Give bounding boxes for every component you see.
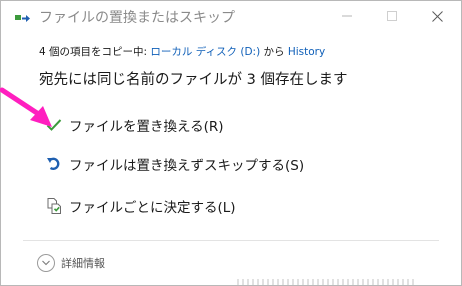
replace-files-option[interactable]: ファイルを置き換える(R) bbox=[45, 111, 385, 139]
skip-files-label: ファイルは置き換えずスキップする(S) bbox=[69, 158, 305, 174]
destination-link[interactable]: History bbox=[288, 46, 325, 58]
conflict-heading: 宛先には同じ名前のファイルが 3 個存在します bbox=[39, 72, 348, 88]
annotation-arrow-icon bbox=[0, 87, 52, 127]
copy-status-prefix: 4 個の項目をコピー中: bbox=[39, 46, 151, 58]
minimize-icon bbox=[342, 15, 352, 17]
decide-each-file-option[interactable]: ファイルごとに決定する(L) bbox=[45, 192, 385, 220]
maximize-icon bbox=[387, 11, 397, 21]
window-title: ファイルの置換またはスキップ bbox=[39, 10, 235, 26]
close-icon bbox=[431, 10, 443, 22]
decide-each-file-label: ファイルごとに決定する(L) bbox=[69, 200, 236, 216]
more-details-toggle[interactable]: 詳細情報 bbox=[37, 252, 105, 274]
replace-files-label: ファイルを置き換える(R) bbox=[69, 119, 224, 135]
maximize-button[interactable] bbox=[370, 1, 414, 31]
copy-status-middle: から bbox=[260, 46, 288, 58]
background-window-edge bbox=[237, 279, 417, 285]
file-compare-icon bbox=[45, 197, 63, 215]
copy-status-line: 4 個の項目をコピー中: ローカル ディスク (D:) から History bbox=[39, 44, 325, 59]
more-details-label: 詳細情報 bbox=[61, 257, 105, 270]
skip-arrow-icon bbox=[45, 155, 63, 173]
copy-files-icon bbox=[15, 15, 30, 22]
source-link[interactable]: ローカル ディスク (D:) bbox=[150, 46, 260, 58]
footer-divider bbox=[23, 240, 439, 241]
close-button[interactable] bbox=[415, 1, 459, 31]
title-bar: ファイルの置換またはスキップ bbox=[1, 1, 461, 33]
chevron-down-icon bbox=[37, 254, 55, 272]
minimize-button[interactable] bbox=[325, 1, 369, 31]
skip-files-option[interactable]: ファイルは置き換えずスキップする(S) bbox=[45, 150, 385, 178]
replace-or-skip-dialog: ファイルの置換またはスキップ 4 個の項目をコピー中: ローカル ディスク (D… bbox=[0, 0, 462, 286]
